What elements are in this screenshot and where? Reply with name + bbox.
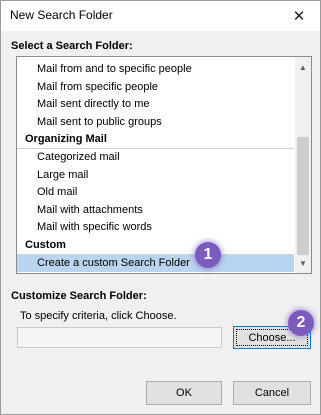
criteria-field xyxy=(17,327,222,348)
criteria-instructions: To specify criteria, click Choose. xyxy=(20,310,177,322)
select-search-folder-label: Select a Search Folder: xyxy=(11,40,133,52)
scroll-down-icon[interactable]: ▼ xyxy=(295,255,311,271)
search-folder-list-rows: Mail from and to specific people Mail fro… xyxy=(17,61,294,273)
list-item[interactable]: Mail sent directly to me xyxy=(17,96,294,114)
cancel-button-label: Cancel xyxy=(254,387,290,399)
list-item[interactable]: Categorized mail xyxy=(17,149,294,167)
list-item[interactable]: Mail with specific words xyxy=(17,219,294,237)
ok-button-label: OK xyxy=(176,387,192,399)
list-item[interactable]: Old mail xyxy=(17,184,294,202)
scrollbar-thumb[interactable] xyxy=(297,137,309,255)
list-item[interactable]: Mail from and to specific people xyxy=(17,61,294,79)
list-item[interactable]: Mail with attachments xyxy=(17,202,294,220)
customize-search-folder-label: Customize Search Folder: xyxy=(11,290,147,302)
new-search-folder-dialog: New Search Folder ✕ Select a Search Fold… xyxy=(0,0,321,415)
list-item[interactable]: Mail sent to public groups xyxy=(17,114,294,132)
list-item[interactable]: Large mail xyxy=(17,167,294,185)
cancel-button[interactable]: Cancel xyxy=(233,381,311,405)
annotation-badge-1: 1 xyxy=(195,242,221,268)
list-item[interactable]: Mail from specific people xyxy=(17,79,294,97)
ok-button[interactable]: OK xyxy=(146,381,222,405)
list-group-header: Custom xyxy=(17,237,294,255)
vertical-scrollbar[interactable]: ▲ ▼ xyxy=(295,57,311,273)
search-folder-list[interactable]: Mail from and to specific people Mail fro… xyxy=(16,56,312,274)
list-item[interactable]: Create a custom Search Folder xyxy=(17,254,294,273)
annotation-badge-2: 2 xyxy=(288,310,314,336)
scroll-up-icon[interactable]: ▲ xyxy=(295,59,311,75)
title-bar: New Search Folder ✕ xyxy=(1,1,320,31)
list-group-header: Organizing Mail xyxy=(17,131,294,149)
close-icon[interactable]: ✕ xyxy=(278,1,320,31)
window-title: New Search Folder xyxy=(10,8,113,22)
